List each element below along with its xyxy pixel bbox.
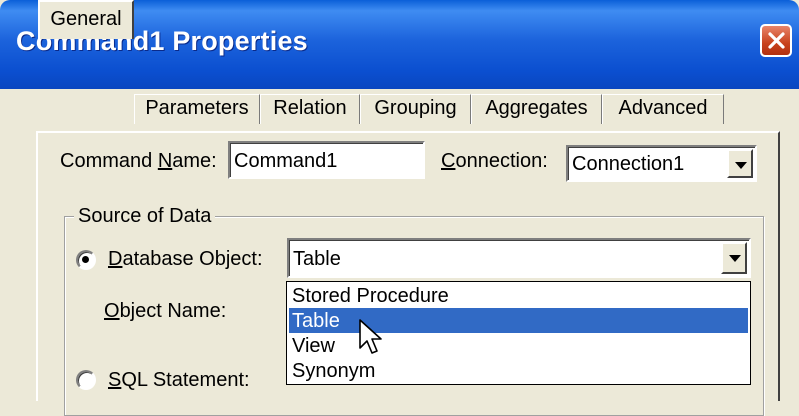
command-name-value: Command1 [234, 150, 338, 172]
tab-label: Aggregates [485, 97, 588, 119]
mouse-pointer-icon [359, 319, 382, 354]
sql-statement-label: SQL Statement: [108, 369, 250, 391]
connection-value: Connection1 [572, 153, 685, 175]
database-object-radio[interactable] [76, 250, 96, 270]
tab-label: Grouping [374, 97, 457, 119]
tab-label: Relation [273, 97, 347, 119]
close-button[interactable] [760, 24, 792, 57]
database-object-value: Table [293, 248, 341, 270]
chevron-down-icon[interactable] [727, 149, 753, 178]
tab-label: Parameters [145, 97, 249, 119]
sql-statement-radio[interactable] [76, 370, 96, 390]
tab-label: General [50, 8, 122, 30]
tab-advanced[interactable]: Advanced [602, 94, 724, 124]
object-name-label: Object Name: [104, 300, 227, 322]
option-synonym[interactable]: Synonym [289, 358, 748, 383]
tab-grouping[interactable]: Grouping [360, 94, 471, 124]
database-object-dropdown[interactable]: Table [287, 238, 751, 278]
connection-label: Connection: [441, 150, 548, 172]
source-of-data-title: Source of Data [74, 205, 216, 228]
option-stored-procedure[interactable]: Stored Procedure [289, 283, 748, 308]
command-name-input[interactable]: Command1 [228, 141, 425, 179]
database-object-options-list[interactable]: Stored Procedure Table View Synonym [286, 281, 751, 385]
tab-aggregates[interactable]: Aggregates [471, 94, 602, 124]
database-object-label: Database Object: [108, 248, 263, 270]
tab-relation[interactable]: Relation [260, 94, 360, 124]
tab-parameters[interactable]: Parameters [134, 94, 260, 124]
tab-general[interactable]: General [38, 0, 134, 39]
close-icon [768, 32, 785, 49]
connection-dropdown[interactable]: Connection1 [566, 145, 757, 182]
command-name-label: Command Name: [60, 150, 217, 172]
chevron-down-icon[interactable] [721, 242, 747, 274]
tab-label: Advanced [618, 97, 708, 119]
